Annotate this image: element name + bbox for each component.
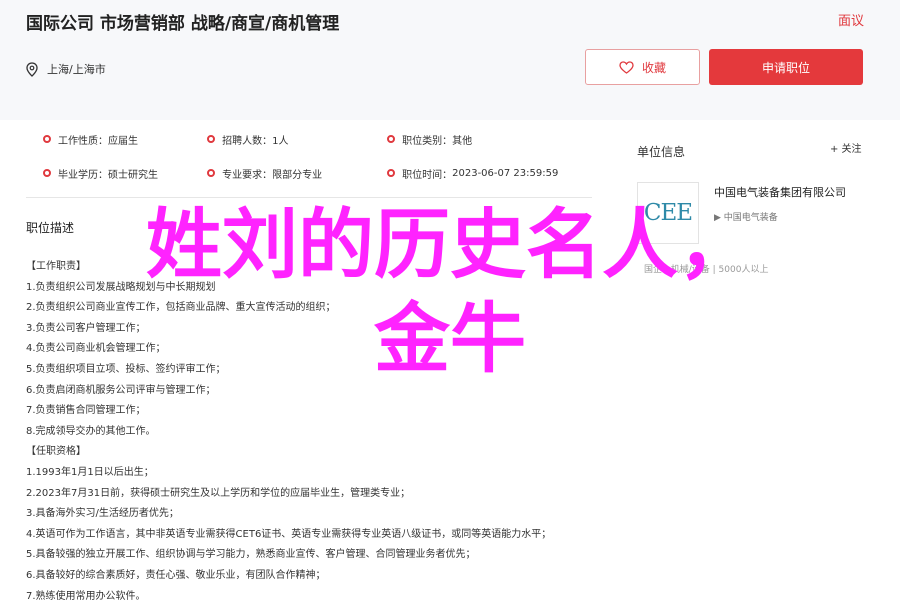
bullet-icon: [207, 135, 216, 143]
meta-value: 应届生: [108, 135, 138, 147]
meta-label: 工作性质：: [58, 135, 108, 147]
meta-label: 职位类别：: [402, 135, 453, 147]
desc-line: 2.负责组织公司商业宣传工作，包括商业品牌、重大宣传活动的组织；: [26, 302, 336, 314]
meta-headcount: 招聘人数： 1人: [207, 132, 387, 147]
meta-label: 招聘人数：: [222, 135, 273, 147]
meta-label: 专业要求：: [222, 169, 273, 181]
meta-label: 职位时间：: [402, 169, 453, 181]
divider: [26, 197, 592, 198]
heart-icon: [619, 60, 634, 74]
location-text: 上海/上海市: [47, 63, 106, 76]
meta-row: 毕业学历： 硕士研究生 专业要求： 限部分专业 职位时间： 2023-06-07…: [26, 156, 596, 190]
desc-line: 【任职资格】: [26, 446, 86, 458]
bullet-icon: [43, 135, 51, 143]
job-title: 国际公司 市场营销部 战略/商宣/商机管理: [26, 14, 340, 34]
location-pin-icon: [26, 61, 38, 77]
salary-label: 面议: [837, 14, 864, 29]
desc-line: 4.负责公司商业机会管理工作；: [26, 343, 166, 355]
apply-button[interactable]: 申请职位: [709, 49, 863, 85]
job-header: 国际公司 市场营销部 战略/商宣/商机管理 面议 上海/上海市 收藏 申请职位: [0, 0, 900, 120]
bullet-icon: [387, 169, 396, 177]
desc-line: 8.完成领导交办的其他工作。: [26, 425, 156, 437]
bullet-icon: [387, 135, 396, 143]
meta-value: 2023-06-07 23:59:59: [452, 167, 559, 179]
desc-line: 7.负责销售合同管理工作；: [26, 405, 146, 417]
bullet-icon: [207, 169, 216, 177]
company-tags: 国企 | 机械/设备 | 5000人以上: [644, 265, 769, 275]
meta-label: 毕业学历：: [58, 169, 108, 181]
company-name[interactable]: 中国电气装备集团有限公司: [714, 184, 846, 200]
meta-value: 硕士研究生: [108, 169, 158, 181]
company-info-title: 单位信息: [637, 145, 686, 159]
desc-line: 【工作职责】: [26, 261, 86, 272]
meta-education: 毕业学历： 硕士研究生: [26, 166, 207, 181]
desc-line: 3.具备海外实习/生活经历者优先；: [26, 508, 179, 520]
meta-value: 其他: [452, 135, 473, 147]
company-subtitle: ▶ 中国电气装备: [714, 213, 778, 223]
meta-category: 职位类别： 其他: [387, 132, 596, 147]
meta-row: 工作性质： 应届生 招聘人数： 1人 职位类别： 其他: [26, 122, 596, 156]
job-location: 上海/上海市: [26, 61, 106, 77]
follow-button[interactable]: + 关注: [830, 140, 862, 155]
desc-line: 5.具备较强的独立开展工作、组织协调与学习能力，熟悉商业宣传、客户管理、合同管理…: [26, 549, 476, 561]
desc-line: 1.负责组织公司发展战略规划与中长期规划: [26, 281, 216, 293]
company-logo: CEE: [637, 182, 699, 244]
desc-line: 6.负责启闭商机服务公司评审与管理工作；: [26, 384, 216, 396]
meta-date: 职位时间： 2023-06-07 23:59:59: [387, 166, 596, 181]
meta-value: 1人: [272, 135, 289, 147]
desc-line: 2.2023年7月31日前，获得硕士研究生及以上学历和学位的应届毕业生，管理类专…: [26, 487, 411, 499]
desc-line: 3.负责公司客户管理工作；: [26, 322, 146, 334]
section-title: 职位描述: [26, 221, 75, 235]
favorite-button[interactable]: 收藏: [585, 49, 700, 85]
meta-major: 专业要求： 限部分专业: [207, 166, 387, 181]
desc-line: 4.英语可作为工作语言，其中非英语专业需获得CET6证书、英语专业需获得专业英语…: [26, 528, 552, 540]
desc-line: 7.熟练使用常用办公软件。: [26, 590, 146, 602]
desc-line: 6.具备较好的综合素质好，责任心强、敬业乐业，有团队合作精神；: [26, 569, 326, 581]
desc-line: 1.1993年1月1日以后出生；: [26, 466, 154, 478]
favorite-label: 收藏: [641, 60, 666, 75]
bullet-icon: [43, 169, 51, 177]
meta-work-type: 工作性质： 应届生: [26, 132, 207, 147]
meta-value: 限部分专业: [272, 169, 323, 181]
job-meta: 工作性质： 应届生 招聘人数： 1人 职位类别： 其他 毕业学历： 硕士研究生 …: [26, 122, 596, 190]
job-description: 【工作职责】 1.负责组织公司发展战略规划与中长期规划 2.负责组织公司商业宣传…: [26, 257, 606, 604]
desc-line: 5.负责组织项目立项、投标、签约评审工作；: [26, 363, 226, 375]
